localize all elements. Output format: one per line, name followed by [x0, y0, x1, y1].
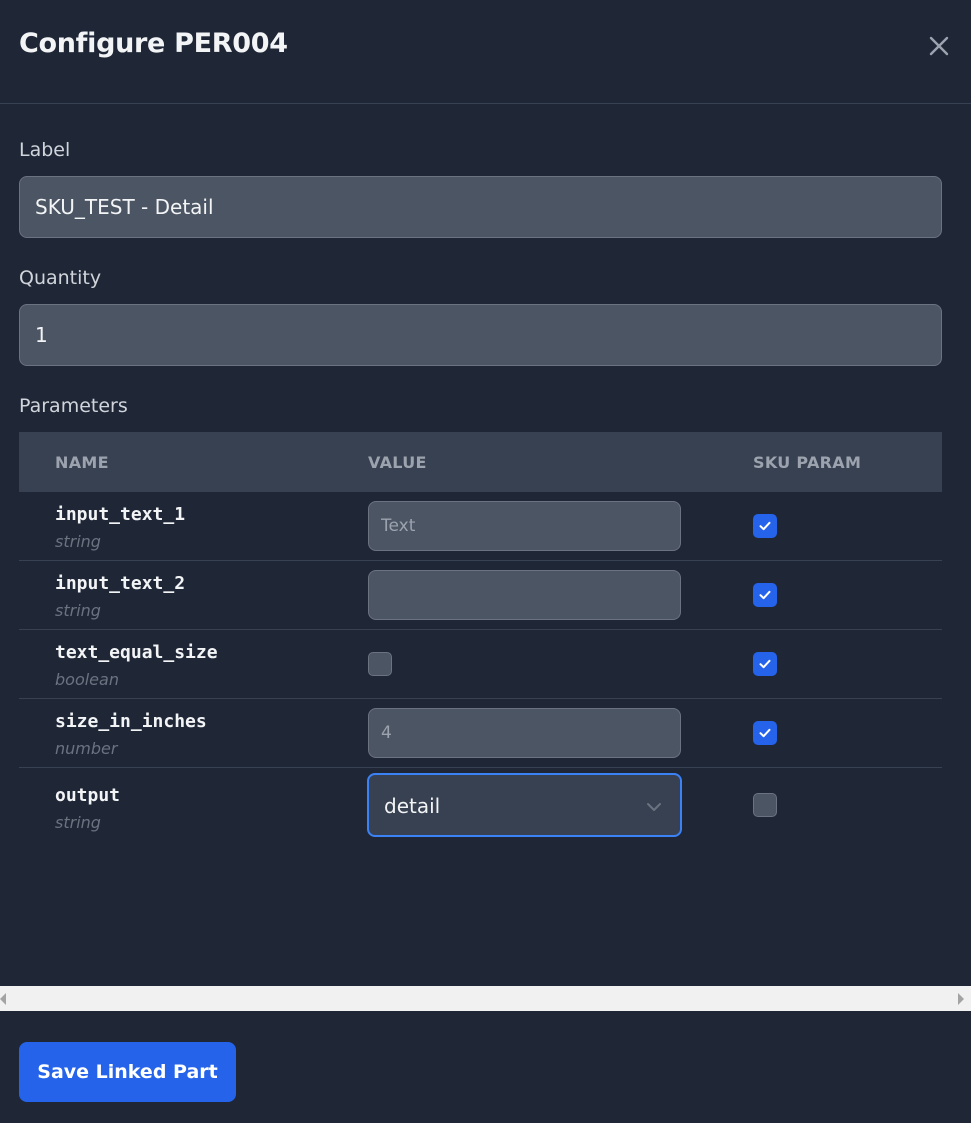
param-name: text_equal_size [55, 642, 218, 663]
param-value-input[interactable] [368, 708, 681, 758]
sku-param-checkbox[interactable] [753, 721, 777, 745]
sku-param-checkbox[interactable] [753, 583, 777, 607]
label-field-label: Label [19, 139, 71, 161]
table-row: text_equal_size boolean [19, 630, 942, 699]
column-header-sku-param: SKU PARAM [753, 453, 862, 472]
chevron-down-icon [647, 803, 661, 811]
check-icon [759, 590, 771, 600]
param-value-input[interactable] [368, 501, 681, 551]
quantity-field-label: Quantity [19, 267, 102, 289]
param-type: string [55, 813, 101, 832]
sku-param-checkbox[interactable] [753, 652, 777, 676]
param-type: string [55, 601, 101, 620]
label-input[interactable] [19, 176, 942, 238]
check-icon [759, 728, 771, 738]
param-name: output [55, 785, 121, 806]
param-type: number [55, 739, 118, 758]
param-value-input[interactable] [368, 570, 681, 620]
horizontal-scrollbar[interactable] [0, 986, 971, 1011]
sku-param-checkbox[interactable] [753, 793, 777, 817]
column-header-value: VALUE [368, 453, 427, 472]
parameters-table: NAME VALUE SKU PARAM input_text_1 string… [19, 432, 942, 842]
parameters-label: Parameters [19, 395, 128, 417]
close-icon [929, 36, 949, 56]
param-value-checkbox[interactable] [368, 652, 392, 676]
table-row: output string detail [19, 768, 942, 842]
dialog-title: Configure PER004 [19, 28, 288, 59]
save-linked-part-button[interactable]: Save Linked Part [19, 1042, 236, 1102]
param-value-select[interactable]: detail [367, 773, 682, 837]
check-icon [759, 659, 771, 669]
table-row: size_in_inches number [19, 699, 942, 768]
scroll-right-icon[interactable] [956, 993, 964, 1005]
check-icon [759, 521, 771, 531]
param-type: boolean [55, 670, 119, 689]
close-button[interactable] [925, 32, 953, 60]
column-header-name: NAME [55, 453, 109, 472]
table-header: NAME VALUE SKU PARAM [19, 432, 942, 492]
table-row: input_text_1 string [19, 492, 942, 561]
table-row: input_text_2 string [19, 561, 942, 630]
param-type: string [55, 532, 101, 551]
param-name: input_text_1 [55, 504, 186, 525]
quantity-input[interactable] [19, 304, 942, 366]
param-name: input_text_2 [55, 573, 186, 594]
sku-param-checkbox[interactable] [753, 514, 777, 538]
param-name: size_in_inches [55, 711, 207, 732]
dialog-header: Configure PER004 [0, 0, 971, 104]
select-value: detail [384, 794, 441, 818]
scroll-left-icon[interactable] [0, 993, 8, 1005]
